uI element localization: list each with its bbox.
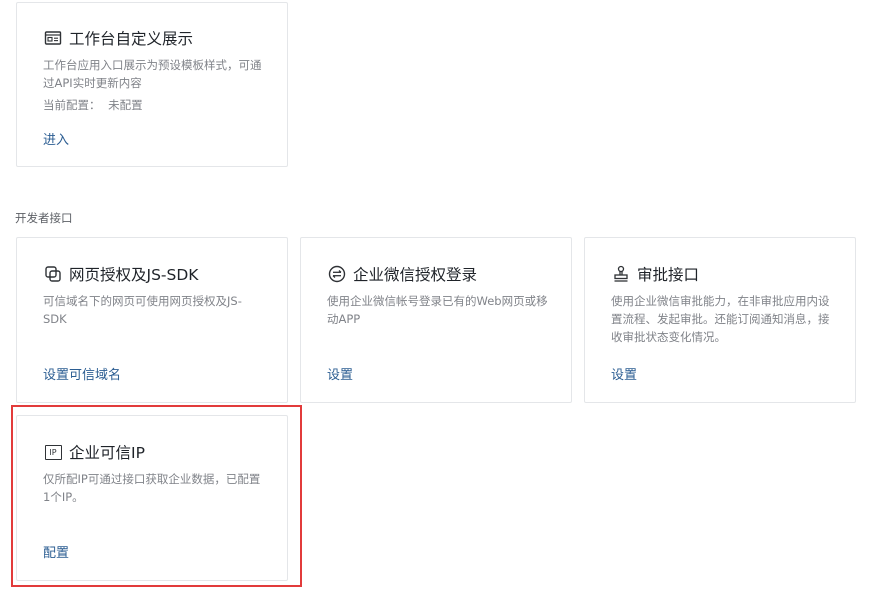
- config-value: 未配置: [108, 98, 143, 112]
- card-title: 企业可信IP: [69, 444, 145, 462]
- card-title-row: 审批接口: [611, 263, 699, 285]
- card-description: 使用企业微信审批能力，在非审批应用内设置流程、发起审批。还能订阅通知消息，接收审…: [611, 294, 830, 344]
- current-config: 当前配置： 未配置: [43, 97, 143, 113]
- stamp-icon: [611, 264, 631, 284]
- card-title-row: IP 企业可信IP: [43, 441, 145, 463]
- card-title-row: 企业微信授权登录: [327, 263, 477, 285]
- card-title: 工作台自定义展示: [69, 30, 194, 48]
- set-trusted-domain-link[interactable]: 设置可信域名: [43, 364, 121, 383]
- trusted-ip-card: IP 企业可信IP 仅所配IP可通过接口获取企业数据，已配置1个IP。 配置: [16, 415, 288, 581]
- card-title-row: 工作台自定义展示: [43, 27, 193, 49]
- workbench-display-card: 工作台自定义展示 工作台应用入口展示为预设模板样式，可通过API实时更新内容 当…: [16, 2, 288, 167]
- card-title: 审批接口: [637, 266, 700, 284]
- card-title-row: 网页授权及JS-SDK: [43, 263, 198, 285]
- approval-settings-link[interactable]: 设置: [611, 364, 637, 383]
- card-title: 网页授权及JS-SDK: [69, 266, 199, 284]
- overlapping-squares-icon: [43, 264, 63, 284]
- card-description: 可信域名下的网页可使用网页授权及JS-SDK: [43, 294, 242, 326]
- developer-interface-section-label: 开发者接口: [15, 211, 73, 225]
- wecom-login-settings-link[interactable]: 设置: [327, 364, 353, 383]
- exchange-arrows-icon: [327, 264, 347, 284]
- card-description: 工作台应用入口展示为预设模板样式，可通过API实时更新内容: [43, 58, 262, 90]
- display-card-icon: [43, 28, 63, 48]
- card-title: 企业微信授权登录: [353, 266, 478, 284]
- card-description: 仅所配IP可通过接口获取企业数据，已配置1个IP。: [43, 472, 261, 504]
- card-description: 使用企业微信帐号登录已有的Web网页或移动APP: [327, 294, 548, 326]
- enter-link[interactable]: 进入: [43, 129, 69, 148]
- web-auth-jssdk-card: 网页授权及JS-SDK 可信域名下的网页可使用网页授权及JS-SDK 设置可信域…: [16, 237, 288, 403]
- wecom-auth-login-card: 企业微信授权登录 使用企业微信帐号登录已有的Web网页或移动APP 设置: [300, 237, 572, 403]
- config-label: 当前配置：: [43, 98, 101, 112]
- configure-ip-link[interactable]: 配置: [43, 542, 69, 561]
- approval-api-card: 审批接口 使用企业微信审批能力，在非审批应用内设置流程、发起审批。还能订阅通知消…: [584, 237, 856, 403]
- ip-box-icon-text: IP: [44, 444, 62, 460]
- ip-box-icon: IP: [43, 442, 63, 462]
